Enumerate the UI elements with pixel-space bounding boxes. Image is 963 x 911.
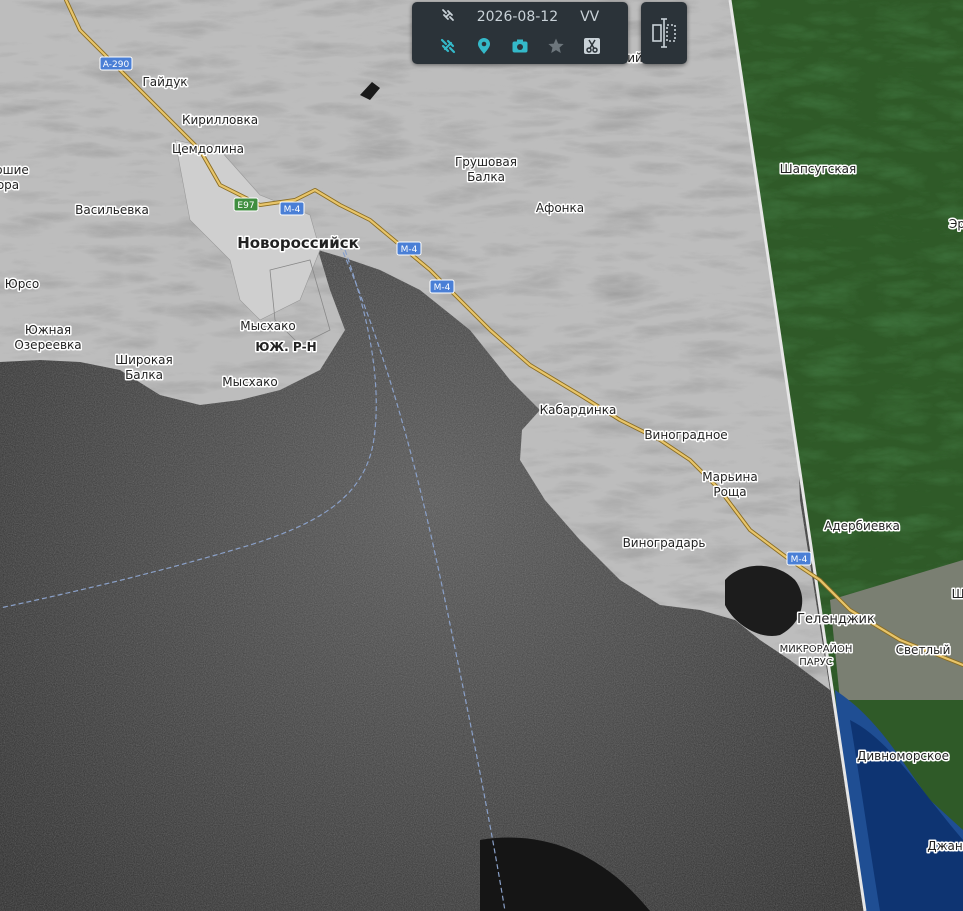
svg-text:E97: E97 bbox=[237, 201, 254, 211]
place-label: ора bbox=[0, 178, 19, 192]
place-label: Виноградарь bbox=[623, 536, 706, 550]
camera-icon bbox=[512, 39, 528, 53]
road-shield: M-4 bbox=[786, 551, 812, 566]
place-label: Шапсугская bbox=[780, 162, 856, 176]
place-label: Новороссийск bbox=[237, 234, 359, 252]
road-shield: M-4 bbox=[279, 201, 305, 216]
imagery-toolbar: 2026-08-12 VV bbox=[412, 2, 628, 64]
place-label: Юрсо bbox=[5, 277, 40, 291]
place-label: Джан bbox=[927, 839, 962, 853]
svg-text:M-4: M-4 bbox=[401, 245, 418, 255]
place-label: Дивноморское bbox=[857, 749, 949, 763]
split-view-icon bbox=[652, 18, 676, 48]
satellite-button[interactable] bbox=[437, 34, 459, 58]
place-label: Марьина bbox=[702, 470, 757, 484]
svg-text:M-4: M-4 bbox=[284, 205, 301, 215]
place-label: Виноградное bbox=[644, 428, 727, 442]
road-shield: M-4 bbox=[396, 241, 422, 256]
clip-button[interactable] bbox=[581, 34, 603, 58]
map-canvas[interactable]: A-290 E97 M-4 M-4 M-4 M-4 Гайдук Кирилло… bbox=[0, 0, 963, 911]
place-label: Кабардинка bbox=[540, 403, 617, 417]
place-label: Адербиевка bbox=[824, 519, 900, 533]
favorite-button[interactable] bbox=[545, 34, 567, 58]
place-label: Балка bbox=[125, 368, 163, 382]
place-label: Цемдолина bbox=[172, 142, 244, 156]
satellite-icon bbox=[441, 8, 455, 26]
svg-text:A-290: A-290 bbox=[103, 60, 130, 70]
place-label: Роща bbox=[713, 485, 746, 499]
road-shield: M-4 bbox=[429, 279, 455, 294]
place-label: Кирилловка bbox=[182, 113, 258, 127]
place-label: Афонка bbox=[536, 201, 584, 215]
satellite-icon bbox=[440, 38, 456, 54]
compare-split-button[interactable] bbox=[641, 2, 687, 64]
place-label: Грушовая bbox=[455, 155, 517, 169]
place-label: Широкая bbox=[115, 353, 172, 367]
place-label: Озереевка bbox=[14, 338, 81, 352]
svg-text:M-4: M-4 bbox=[434, 283, 451, 293]
scissors-icon bbox=[584, 38, 600, 54]
screenshot-button[interactable] bbox=[509, 34, 531, 58]
polarization-label[interactable]: VV bbox=[580, 9, 599, 25]
toolbar-info-row: 2026-08-12 VV bbox=[412, 6, 628, 28]
road-shield: A-290 bbox=[99, 56, 133, 71]
place-label: Светлый bbox=[896, 643, 951, 657]
place-label: Гайдук bbox=[142, 75, 187, 89]
toolbar-actions-row bbox=[412, 32, 628, 60]
star-icon bbox=[548, 38, 564, 53]
place-label: Эр bbox=[949, 217, 963, 231]
road-shield: E97 bbox=[233, 197, 259, 212]
svg-text:M-4: M-4 bbox=[791, 555, 808, 565]
location-button[interactable] bbox=[473, 34, 495, 58]
acquisition-date[interactable]: 2026-08-12 bbox=[477, 9, 558, 25]
place-label: Балка bbox=[467, 170, 505, 184]
place-label: Васильевка bbox=[75, 203, 149, 217]
place-label: ошие bbox=[0, 163, 29, 177]
place-label: Геленджик bbox=[797, 612, 875, 627]
location-pin-icon bbox=[478, 38, 490, 54]
place-label: Мысхако bbox=[240, 319, 295, 333]
place-label: Ш bbox=[952, 587, 963, 601]
place-label: Южная bbox=[25, 323, 71, 337]
place-label: МИКРОРАЙОН bbox=[780, 642, 853, 655]
place-label: ПАРУС bbox=[799, 657, 832, 668]
place-label: Мысхако bbox=[222, 375, 277, 389]
place-label: ЮЖ. Р-Н bbox=[255, 340, 316, 354]
